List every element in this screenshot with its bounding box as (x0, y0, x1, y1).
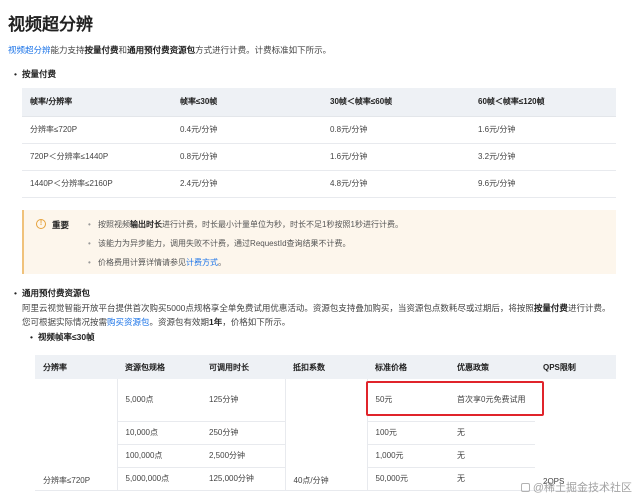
package-table-header: 分辨率 资源包规格 可调用时长 抵扣系数 标准价格 优惠政策 QPS限制 (35, 355, 616, 379)
table-cell: 2,500分钟 (201, 444, 285, 468)
table-cell: 1440P＜分辨率≤2160P (22, 170, 172, 198)
package-col-header: 优惠政策 (449, 355, 535, 379)
table-cell: 250分钟 (201, 421, 285, 445)
table-cell: 1,000元 (367, 444, 449, 468)
payg-col-header: 60帧＜帧率≤120帧 (470, 88, 616, 117)
table-cell: 125分钟 (201, 379, 285, 422)
package-col-header: 抵扣系数 (285, 355, 367, 379)
resolution-cell: 分辨率≤720P (35, 379, 118, 491)
payg-col-header: 帧率/分辨率 (22, 88, 172, 117)
table-row: 分辨率≤720P 0.4元/分钟 0.8元/分钟 1.6元/分钟 (22, 116, 616, 144)
warning-icon: ! (36, 219, 46, 229)
table-cell: 0.8元/分钟 (322, 116, 470, 144)
table-cell: 5,000点 (117, 379, 201, 422)
doc-page: 视频超分辨 视频超分辨能力支持按量付费和通用预付费资源包方式进行计费。计费标准如… (0, 0, 640, 501)
coefficient-cell: 40点/分钟 (284, 379, 368, 491)
package-table: 分辨率 资源包规格 可调用时长 抵扣系数 标准价格 优惠政策 QPS限制 分辨率… (35, 355, 616, 491)
payg-table: 帧率/分辨率 帧率≤30帧 30帧＜帧率≤60帧 60帧＜帧率≤120帧 分辨率… (22, 88, 616, 198)
framerate-subheading: 视频帧率≤30帧 (30, 331, 95, 343)
table-cell: 0.4元/分钟 (172, 116, 322, 144)
table-cell: 9.6元/分钟 (470, 170, 616, 198)
watermark: @稀土掘金技术社区 (520, 479, 632, 495)
table-cell: 分辨率≤720P (22, 116, 172, 144)
intro-link[interactable]: 视频超分辨 (8, 45, 51, 55)
notice-item: 价格费用计算详情请参见计费方式。 (88, 257, 226, 268)
notice-item: 按照视频输出时长进行计费，时长最小计量单位为秒，时长不足1秒按照1秒进行计费。 (88, 219, 403, 230)
package-col-header: QPS限制 (535, 355, 616, 379)
table-cell: 0.8元/分钟 (172, 143, 322, 171)
table-cell: 100,000点 (117, 444, 201, 468)
notice-item: 该能力为异步能力，调用失败不计费，通过RequestId查询结果不计费。 (88, 238, 350, 249)
payg-col-header: 30帧＜帧率≤60帧 (322, 88, 470, 117)
billing-method-link[interactable]: 计费方式 (186, 258, 218, 267)
table-cell: 1.6元/分钟 (322, 143, 470, 171)
package-col-header: 标准价格 (367, 355, 449, 379)
payg-heading: 按量付费 (14, 68, 56, 80)
table-cell: 2.4元/分钟 (172, 170, 322, 198)
package-intro-line: 阿里云视觉智能开放平台提供首次购买5000点规格享全单免费试用优惠活动。资源包支… (22, 303, 611, 313)
table-cell: 无 (449, 444, 535, 468)
table-cell: 720P＜分辨率≤1440P (22, 143, 172, 171)
table-cell: 100元 (367, 421, 449, 445)
intro-paragraph: 视频超分辨能力支持按量付费和通用预付费资源包方式进行计费。计费标准如下所示。 (8, 45, 332, 55)
package-col-header: 可调用时长 (201, 355, 285, 379)
table-row: 1440P＜分辨率≤2160P 2.4元/分钟 4.8元/分钟 9.6元/分钟 (22, 170, 616, 198)
table-cell: 无 (449, 421, 535, 445)
package-intro-line: 您可根据实际情况按需购买资源包。资源包有效期1年，价格如下所示。 (22, 317, 291, 327)
highlight-annotation-box (366, 381, 544, 416)
payg-col-header: 帧率≤30帧 (172, 88, 322, 117)
community-logo-icon (520, 483, 530, 492)
table-cell: 1.6元/分钟 (470, 116, 616, 144)
package-col-header: 资源包规格 (117, 355, 201, 379)
table-cell: 3.2元/分钟 (470, 143, 616, 171)
important-notice: ! 重要 按照视频输出时长进行计费，时长最小计量单位为秒，时长不足1秒按照1秒进… (22, 210, 616, 274)
page-title: 视频超分辨 (8, 15, 93, 34)
table-cell: 4.8元/分钟 (322, 170, 470, 198)
notice-label: 重要 (52, 220, 70, 230)
qps-cell: 2QPS (535, 379, 616, 491)
table-cell: 10,000点 (117, 421, 201, 445)
buy-package-link[interactable]: 购买资源包 (107, 317, 150, 327)
package-col-header: 分辨率 (35, 355, 117, 379)
table-cell: 5,000,000点 (117, 467, 201, 491)
table-cell: 50,000元 (367, 467, 449, 491)
table-cell: 125,000分钟 (201, 467, 285, 491)
payg-table-header: 帧率/分辨率 帧率≤30帧 30帧＜帧率≤60帧 60帧＜帧率≤120帧 (22, 88, 616, 117)
package-heading: 通用预付费资源包 (14, 287, 90, 299)
table-row: 720P＜分辨率≤1440P 0.8元/分钟 1.6元/分钟 3.2元/分钟 (22, 143, 616, 171)
